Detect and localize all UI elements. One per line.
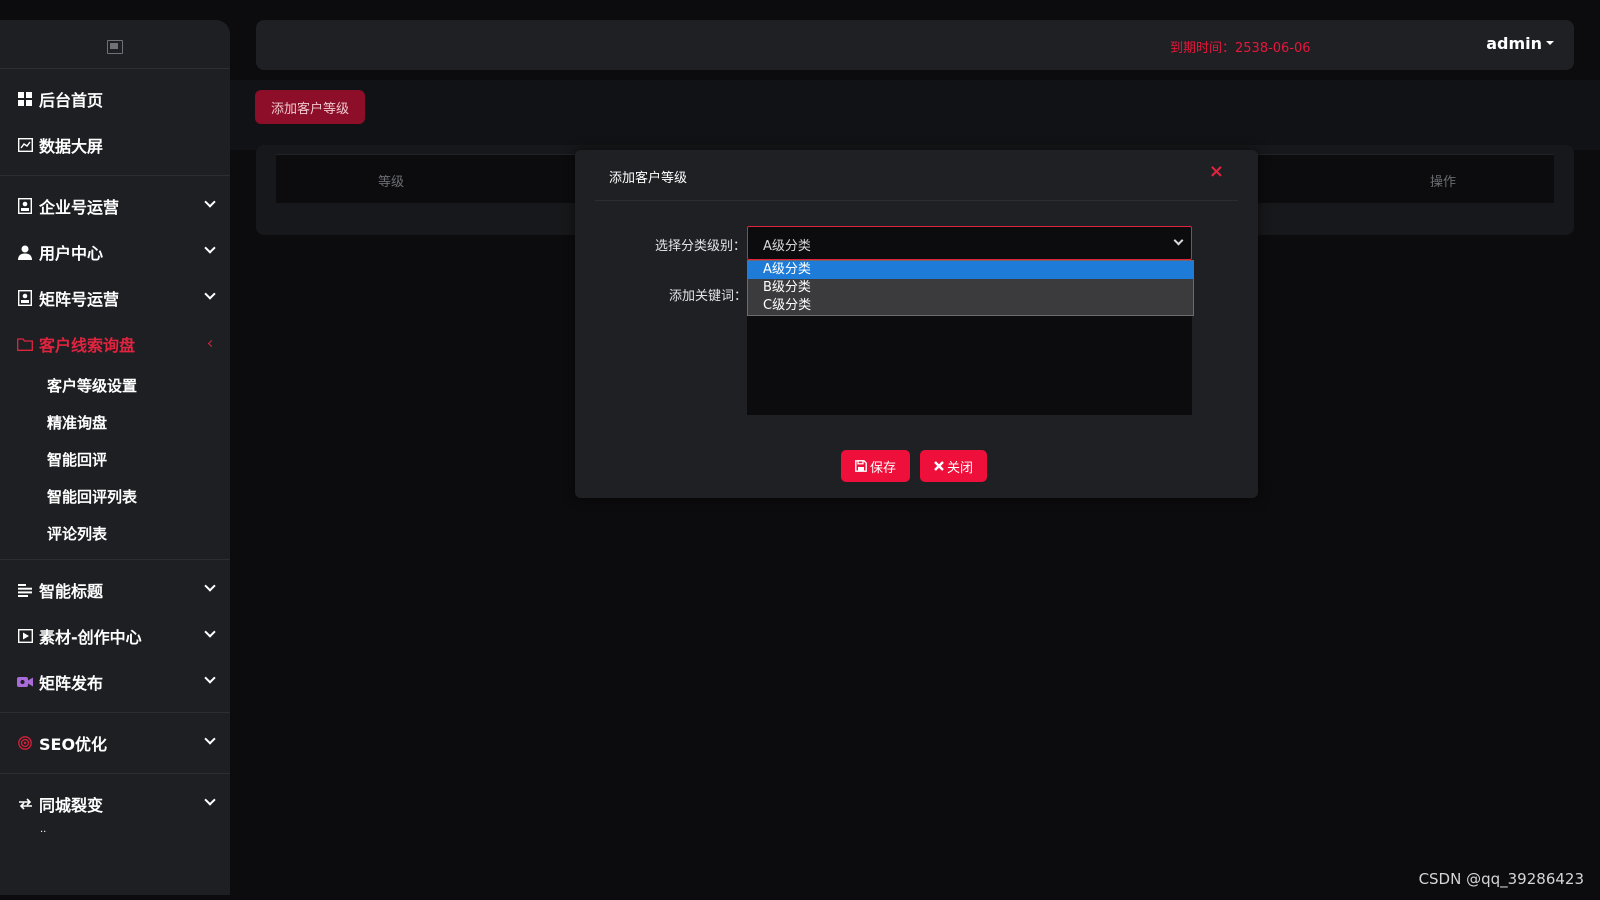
save-icon [855,460,867,472]
toolbar-strip [230,80,1600,150]
close-icon[interactable]: × [1209,161,1224,182]
sidebar-item-matrix-operations[interactable]: 矩阵号运营 [0,275,230,321]
sidebar-item-label: 后台首页 [39,91,104,110]
close-button-label: 关闭 [946,460,973,476]
sidebar-item-local-fission[interactable]: 同城裂变 [0,781,230,827]
column-header-level: 等级 [378,175,405,190]
sidebar-subitem-customer-level[interactable]: 客户等级设置 [0,367,230,404]
sidebar-item-material-center[interactable]: 素材-创作中心 [0,613,230,659]
nav-group-content: 智能标题 素材-创作中心 矩阵发布 [0,560,230,713]
chevron-down-icon [204,733,216,745]
sidebar-item-smart-title[interactable]: 智能标题 [0,567,230,613]
id-card-icon [17,290,33,306]
sidebar-item-label: 企业号运营 [39,198,120,217]
sidebar-item-label: 用户中心 [39,244,104,263]
dropdown-option-c[interactable]: C级分类 [748,297,1193,315]
keyword-textarea[interactable] [747,315,1192,415]
broken-image-icon[interactable] [107,40,123,54]
text-lines-icon [17,582,33,598]
add-customer-level-button[interactable]: 添加客户等级 [255,90,365,124]
sidebar-item-label: 矩阵发布 [39,674,104,693]
save-button-label: 保存 [869,460,896,476]
nav-group-operations: 企业号运营 用户中心 矩阵号运营 客户线索询盘 客户等级设置 精准询盘 智能回评… [0,176,230,560]
id-card-icon [17,198,33,214]
chevron-left-icon [207,339,216,348]
nav-group-home: 后台首页 数据大屏 [0,69,230,176]
sidebar-item-label: 同城裂变 [39,796,104,815]
caret-down-icon [1546,41,1554,45]
sidebar-item-matrix-publish[interactable]: 矩阵发布 [0,659,230,705]
grid-icon [17,91,33,107]
video-icon [17,628,33,644]
chevron-down-icon [204,626,216,638]
sidebar-item-customer-leads[interactable]: 客户线索询盘 [0,321,230,367]
top-header: 到期时间：2538-06-06 admin [256,20,1574,70]
sidebar-item-user-center[interactable]: 用户中心 [0,229,230,275]
chevron-down-icon [204,794,216,806]
sidebar-item-data-screen[interactable]: 数据大屏 [0,122,230,168]
add-level-modal: 添加客户等级 × 选择分类级别： A级分类 A级分类 B级分类 C级分类 添加关… [575,150,1258,498]
chevron-down-icon [204,196,216,208]
expiry-date: 到期时间：2538-06-06 [1170,41,1311,56]
category-select[interactable]: A级分类 [747,226,1192,260]
chevron-down-icon [204,288,216,300]
sidebar-subitem-precise-inquiry[interactable]: 精准询盘 [0,404,230,441]
modal-divider [595,200,1238,201]
chevron-down-icon [204,580,216,592]
sidebar-item-label: 智能标题 [39,582,104,601]
category-select-value: A级分类 [763,239,811,254]
sidebar-subitem-smart-reply-list[interactable]: 智能回评列表 [0,478,230,515]
camera-icon [17,674,33,690]
sidebar-item-label: 客户线索询盘 [39,336,136,355]
chevron-down-icon [1173,235,1184,246]
user-icon [17,244,33,260]
save-button[interactable]: 保存 [841,450,910,482]
nav-group-local: 同城裂变 ·· [0,774,230,852]
sidebar: 后台首页 数据大屏 企业号运营 用户中心 矩阵号运营 客户线索询盘 客户等级设置… [0,20,230,895]
dropdown-option-a[interactable]: A级分类 [748,261,1193,279]
logo-area [0,20,230,69]
sidebar-item-enterprise[interactable]: 企业号运营 [0,183,230,229]
sidebar-subitem-comment-list[interactable]: 评论列表 [0,515,230,552]
sidebar-item-dashboard[interactable]: 后台首页 [0,76,230,122]
close-button[interactable]: 关闭 [920,450,987,482]
category-select-label: 选择分类级别： [655,239,747,254]
category-dropdown: A级分类 B级分类 C级分类 [747,260,1194,316]
username: admin [1486,34,1542,53]
sidebar-item-seo[interactable]: SEO优化 [0,720,230,766]
sidebar-item-label: 矩阵号运营 [39,290,120,309]
watermark: CSDN @qq_39286423 [1418,870,1584,888]
sidebar-item-label: 素材-创作中心 [39,628,142,647]
column-header-actions: 操作 [1429,175,1456,190]
sidebar-subitem-smart-reply[interactable]: 智能回评 [0,441,230,478]
chevron-down-icon [204,672,216,684]
target-icon [17,735,33,751]
sidebar-item-label: SEO优化 [39,735,108,754]
modal-title: 添加客户等级 [609,171,688,186]
sidebar-item-truncated[interactable]: ·· [0,827,230,845]
nav-group-seo: SEO优化 [0,713,230,774]
folder-icon [17,336,33,352]
user-menu[interactable]: admin [1486,34,1554,53]
dropdown-option-b[interactable]: B级分类 [748,279,1193,297]
times-icon [934,461,944,471]
chevron-down-icon [204,242,216,254]
keyword-label: 添加关键词： [669,289,748,304]
exchange-icon [17,796,33,812]
chart-icon [17,137,33,153]
sidebar-item-label: 数据大屏 [39,137,104,156]
